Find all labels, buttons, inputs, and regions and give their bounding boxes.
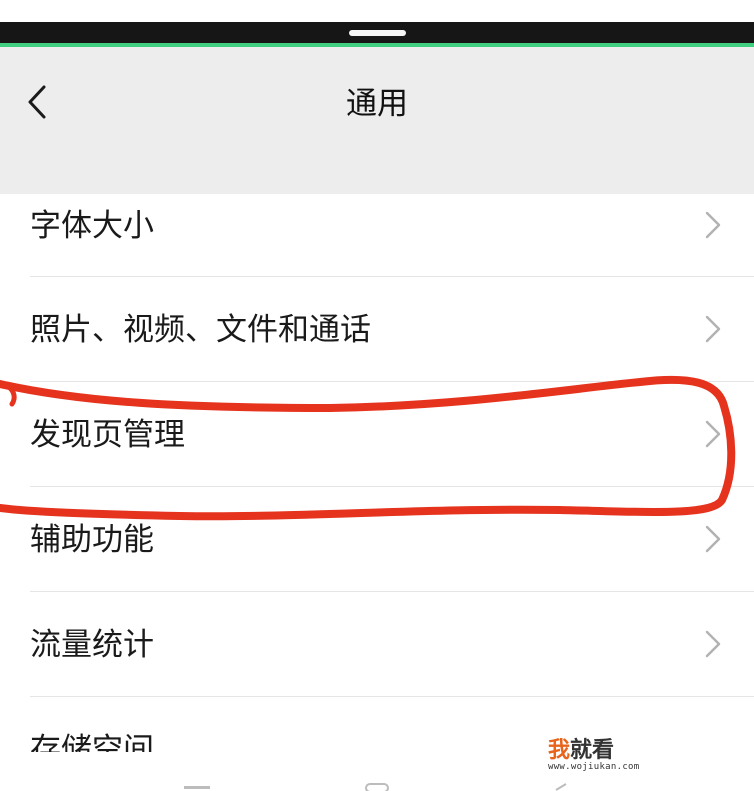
settings-item-data-usage[interactable]: 流量统计	[0, 592, 754, 697]
chevron-right-icon	[705, 211, 721, 239]
watermark-brand-a: 我	[548, 738, 571, 763]
settings-item-accessibility[interactable]: 辅助功能	[0, 487, 754, 592]
chevron-right-icon	[705, 630, 721, 658]
watermark-logo: 我就看 www.wojiukan.com	[548, 738, 668, 774]
settings-item-label: 字体大小	[30, 208, 154, 244]
settings-item-label: 照片、视频、文件和通话	[30, 312, 371, 348]
settings-item-media[interactable]: 照片、视频、文件和通话	[0, 277, 754, 382]
chevron-right-icon	[705, 315, 721, 343]
watermark-url: www.wojiukan.com	[548, 762, 640, 772]
status-bar	[0, 22, 754, 43]
settings-item-label: 辅助功能	[30, 522, 154, 558]
back-nav-icon	[555, 783, 567, 791]
menu-icon	[184, 786, 210, 789]
notch-pill	[349, 30, 406, 36]
page-title: 通用	[346, 86, 408, 122]
system-nav-bar	[184, 783, 567, 791]
watermark-brand-b: 就看	[570, 738, 615, 763]
chevron-right-icon	[705, 420, 721, 448]
settings-item-label: 发现页管理	[30, 417, 185, 453]
home-icon	[365, 783, 389, 791]
top-white-strip	[0, 0, 754, 22]
settings-item-font-size[interactable]: 字体大小	[0, 194, 754, 277]
settings-item-label: 流量统计	[30, 627, 154, 663]
settings-list: 字体大小 照片、视频、文件和通话 发现页管理 辅助功能 流量统计 存储空间	[0, 194, 754, 757]
chevron-right-icon	[705, 525, 721, 553]
settings-item-discover-management[interactable]: 发现页管理	[0, 382, 754, 487]
